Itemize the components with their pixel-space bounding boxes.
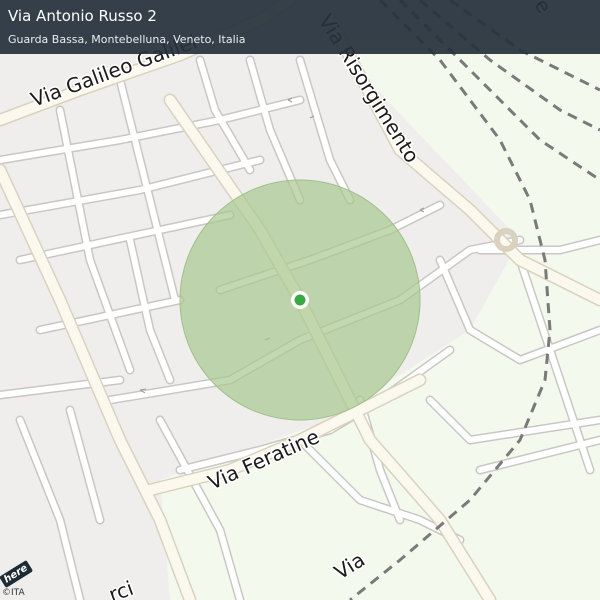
copyright-text: ©ITA: [2, 588, 25, 598]
here-logo[interactable]: here: [0, 560, 38, 588]
map-canvas[interactable]: Via Galileo Galilei Via Risorgimento Via…: [0, 0, 600, 600]
address-header: Via Antonio Russo 2 Guarda Bassa, Monteb…: [0, 0, 600, 54]
location-marker[interactable]: [291, 291, 309, 309]
location-marker-dot: [294, 294, 306, 306]
address-title: Via Antonio Russo 2: [8, 7, 157, 25]
address-subtitle: Guarda Bassa, Montebelluna, Veneto, Ital…: [8, 33, 246, 46]
